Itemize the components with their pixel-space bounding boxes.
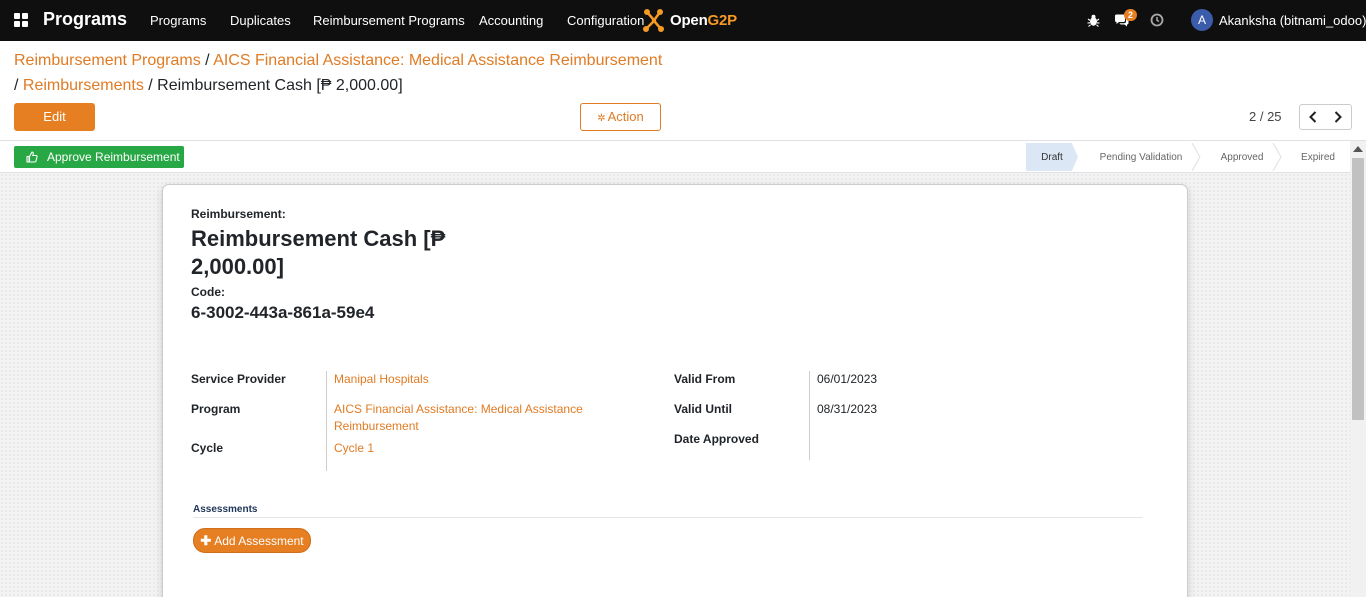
messages-badge: 2: [1124, 9, 1138, 21]
plus-icon: ✚: [200, 532, 212, 548]
breadcrumb: Reimbursement Programs / AICS Financial …: [14, 52, 662, 70]
reimbursement-label: Reimbursement:: [191, 207, 286, 221]
stage-pending-validation[interactable]: Pending Validation: [1085, 143, 1197, 171]
cycle-label: Cycle: [191, 441, 224, 455]
breadcrumb-separator: /: [143, 77, 158, 94]
program-link[interactable]: AICS Financial Assistance: Medical Assis…: [334, 401, 604, 435]
pager-value[interactable]: 2 / 25: [1249, 109, 1282, 124]
breadcrumb-separator: /: [200, 52, 214, 69]
user-avatar[interactable]: A: [1191, 9, 1213, 31]
apps-icon[interactable]: [14, 13, 28, 27]
logo-text-open: Open: [670, 12, 708, 29]
edit-button[interactable]: Edit: [14, 103, 95, 131]
code-label: Code:: [191, 285, 225, 299]
gear-icon: ✲: [597, 113, 606, 124]
stage-draft[interactable]: Draft: [1026, 143, 1078, 171]
stage-separator: [1272, 143, 1282, 171]
valid-from-label: Valid From: [674, 372, 736, 386]
thumbs-up-icon: [26, 151, 38, 163]
approve-label: Approve Reimbursement: [47, 150, 180, 164]
valid-until-field[interactable]: 08/31/2023: [817, 401, 877, 418]
form-sheet: Reimbursement: Reimbursement Cash [₱ 2,0…: [162, 184, 1188, 597]
action-label: Action: [607, 109, 644, 124]
valid-until-label: Valid Until: [674, 402, 733, 416]
field-divider: [809, 371, 810, 460]
pager-previous-button[interactable]: [1299, 104, 1326, 130]
add-assessment-label: Add Assessment: [214, 533, 304, 548]
app-title: Programs: [43, 9, 128, 29]
date-approved-label: Date Approved: [674, 432, 759, 446]
approve-reimbursement-button[interactable]: Approve Reimbursement: [14, 146, 184, 168]
status-bar: Approve Reimbursement Draft Pending Vali…: [0, 140, 1366, 173]
menu-duplicates[interactable]: Duplicates: [230, 13, 291, 28]
program-label: Program: [191, 402, 241, 416]
section-divider: [193, 517, 1143, 518]
breadcrumb-reimbursement-programs[interactable]: Reimbursement Programs: [14, 52, 201, 69]
scrollbar-thumb[interactable]: [1352, 158, 1364, 420]
add-assessment-button[interactable]: ✚ Add Assessment: [193, 528, 311, 553]
action-button[interactable]: ✲ Action: [580, 103, 661, 131]
top-navbar: Programs Programs Duplicates Reimburseme…: [0, 0, 1366, 41]
menu-configuration[interactable]: Configuration: [567, 13, 644, 28]
pager-next-button[interactable]: [1325, 104, 1352, 130]
openg2p-logo-mark-icon: [643, 9, 664, 32]
breadcrumb-reimbursements[interactable]: Reimbursements: [23, 77, 144, 94]
menu-programs[interactable]: Programs: [150, 13, 206, 28]
stage-separator: [1191, 143, 1201, 171]
clock-icon[interactable]: [1149, 12, 1165, 28]
record-title: Reimbursement Cash [₱ 2,000.00]: [191, 226, 446, 279]
assessments-title: Assessments: [193, 504, 258, 515]
logo-text: OpenG2P: [670, 12, 737, 29]
breadcrumb-current: Reimbursement Cash [₱ 2,000.00]: [157, 77, 403, 94]
cycle-link[interactable]: Cycle 1: [334, 440, 374, 457]
chevron-right-icon: [1334, 111, 1342, 123]
logo-text-g2p: G2P: [707, 12, 738, 29]
service-provider-label: Service Provider: [191, 372, 286, 386]
bug-icon[interactable]: [1085, 12, 1101, 28]
scroll-up-arrow-icon[interactable]: [1353, 146, 1363, 152]
openg2p-logo: OpenG2P: [642, 8, 737, 33]
chevron-left-icon: [1308, 111, 1316, 123]
stage-approved[interactable]: Approved: [1205, 143, 1279, 171]
menu-accounting[interactable]: Accounting: [479, 13, 543, 28]
service-provider-link[interactable]: Manipal Hospitals: [334, 371, 429, 388]
breadcrumb-program[interactable]: AICS Financial Assistance: Medical Assis…: [213, 52, 662, 69]
menu-reimbursement-programs[interactable]: Reimbursement Programs: [313, 13, 465, 28]
stage-expired[interactable]: Expired: [1288, 143, 1348, 171]
field-divider: [326, 371, 327, 471]
breadcrumb-second-line: / Reimbursements / Reimbursement Cash [₱…: [14, 77, 403, 95]
record-code: 6-3002-443a-861a-59e4: [191, 303, 375, 322]
breadcrumb-separator: /: [14, 77, 23, 94]
valid-from-field[interactable]: 06/01/2023: [817, 371, 877, 388]
user-menu[interactable]: Akanksha (bitnami_odoo): [1219, 13, 1366, 28]
